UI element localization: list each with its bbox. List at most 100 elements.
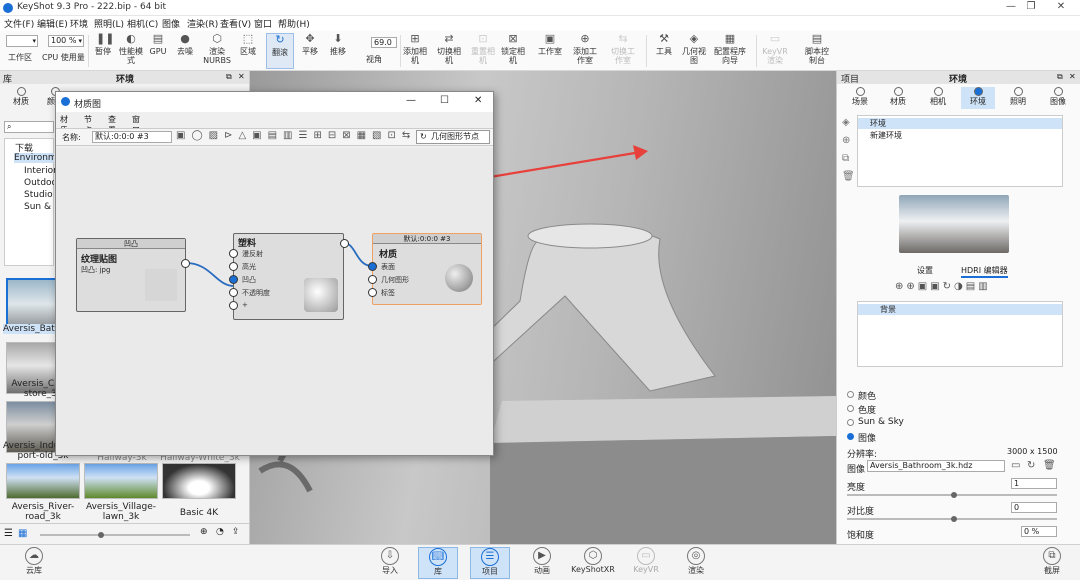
bg-chroma-radio[interactable] — [847, 405, 854, 412]
close-panel-icon[interactable]: ✕ — [1069, 72, 1076, 81]
switch-camera-button[interactable]: ⇄ 切换相机 — [437, 33, 461, 66]
menu-window[interactable]: 窗口 — [254, 17, 272, 30]
pause-button[interactable]: ❚❚ 暂停 — [92, 33, 114, 57]
switch-studio-button[interactable]: ⇆ 切换工作室 — [608, 33, 638, 66]
input-port[interactable] — [229, 301, 238, 310]
input-port[interactable] — [229, 262, 238, 271]
configurator-wizard-button[interactable]: ▦ 配置程序向导 — [712, 33, 748, 66]
minimize-button[interactable]: — — [406, 95, 416, 106]
hdri-tool-icons[interactable]: ⊕⊕▣▣↻◑▤▥ — [895, 281, 991, 292]
tree-item-sun-sky[interactable]: Sun & Sky — [24, 202, 54, 212]
project-tab-material[interactable]: 材质 — [881, 87, 915, 107]
project-tab-lighting[interactable]: 照明 — [1001, 87, 1035, 107]
layer-item-background[interactable]: 背景 — [858, 304, 1062, 315]
graph-tool-icons[interactable]: ▣◯▨⊳△▣▤▥☰⊞⊟⊠▦▧⊡⇆ — [176, 130, 416, 141]
menu-lighting[interactable]: 照明(L) — [94, 17, 124, 30]
input-port[interactable] — [229, 288, 238, 297]
env-thumb[interactable] — [84, 463, 158, 499]
bg-image-radio[interactable] — [847, 433, 854, 440]
add-camera-button[interactable]: ⊞ 添加相机 — [403, 33, 427, 66]
close-button[interactable]: ✕ — [1050, 1, 1072, 12]
menu-camera[interactable]: 相机(C) — [127, 17, 158, 30]
menu-view[interactable]: 查看(V) — [220, 17, 251, 30]
gpu-button[interactable]: ▤ GPU — [148, 33, 168, 57]
project-tab-scene[interactable]: 场景 — [843, 87, 877, 107]
refresh-icon[interactable]: ↻ — [1027, 460, 1035, 471]
project-tab-environment[interactable]: 环境 — [961, 87, 995, 109]
maximize-button[interactable]: ❐ — [1020, 1, 1042, 12]
keyvr-button[interactable]: ▭ KeyVR — [626, 547, 666, 574]
input-port[interactable] — [368, 275, 377, 284]
add-studio-button[interactable]: ⊕ 添加工作室 — [570, 33, 600, 66]
studio-button[interactable]: ▣ 工作室 — [535, 33, 565, 57]
hdri-editor-subtab[interactable]: HDRI 编辑器 — [961, 265, 1008, 278]
folder-icon[interactable]: ▭ — [1011, 460, 1020, 471]
grid-view-icon[interactable]: ▦ — [18, 528, 27, 539]
close-button[interactable]: ✕ — [474, 95, 482, 106]
plastic-node[interactable]: 塑料 漫反射 高光 凹凸 不透明度 + — [229, 233, 349, 320]
env-list-item[interactable]: 环境 — [858, 118, 1062, 129]
env-copy-icon[interactable]: ⧉ — [842, 153, 849, 164]
tools-button[interactable]: ⚒ 工具 — [652, 33, 676, 57]
brightness-slider[interactable] — [847, 492, 1057, 498]
tree-item-environments[interactable]: Environments — [14, 153, 54, 163]
contrast-input[interactable]: 0 — [1011, 502, 1057, 513]
menu-file[interactable]: 文件(F) — [4, 17, 34, 30]
zoom-select[interactable]: 100 % — [48, 35, 84, 47]
import-button[interactable]: ⇩ 导入 — [370, 547, 410, 576]
menu-environment[interactable]: 环境 — [70, 17, 88, 30]
thumbnail-size-slider[interactable] — [40, 532, 190, 538]
project-tab-camera[interactable]: 相机 — [921, 87, 955, 107]
texture-map-node[interactable]: 凹凸 纹理贴图 凹凸: jpg — [76, 238, 190, 312]
maximize-button[interactable]: ☐ — [440, 95, 449, 106]
input-port[interactable] — [368, 288, 377, 297]
minimize-button[interactable]: — — [1000, 1, 1022, 12]
keyvr-render-button[interactable]: ▭ KeyVR 渲染 — [762, 33, 788, 66]
reset-camera-button[interactable]: ⊡ 重置相机 — [471, 33, 495, 66]
dolly-button[interactable]: ⬇ 推移 — [326, 33, 350, 57]
screenshot-button[interactable]: ⧉ 截屏 — [1032, 547, 1072, 576]
menu-image[interactable]: 图像 — [162, 17, 180, 30]
input-port[interactable] — [229, 275, 238, 284]
project-button[interactable]: ☰ 项目 — [470, 547, 510, 579]
library-button[interactable]: 📖︎ 库 — [418, 547, 458, 579]
workspace-select[interactable] — [6, 35, 38, 47]
menu-help[interactable]: 帮助(H) — [278, 17, 310, 30]
tree-item-studio[interactable]: Studio — [24, 190, 53, 200]
env-thumb[interactable] — [6, 463, 80, 499]
node-canvas[interactable]: 凹凸 纹理贴图 凹凸: jpg 塑料 漫反射 高光 凹凸 不透明度 + 默认:0… — [56, 148, 493, 455]
material-node[interactable]: 默认:0:0:0 #3 材质 表面 几何图形 标签 — [368, 233, 482, 305]
tree-item-outdoor[interactable]: Outdoor — [24, 178, 54, 188]
geometry-node-button[interactable]: ↻ 几何图形节点 — [416, 130, 490, 144]
menu-render[interactable]: 渲染(R) — [187, 17, 218, 30]
region-button[interactable]: ⬚ 区域 — [236, 33, 260, 57]
settings-subtab[interactable]: 设置 — [917, 265, 933, 276]
input-port[interactable] — [368, 262, 377, 271]
image-file-input[interactable]: Aversis_Bathroom_3k.hdz — [867, 460, 1005, 472]
library-tab-materials[interactable]: 材质 — [4, 87, 38, 107]
close-panel-icon[interactable]: ✕ — [238, 72, 245, 81]
output-port[interactable] — [181, 259, 190, 268]
upload-icon[interactable]: ⇪ — [232, 527, 240, 537]
keyshotxr-button[interactable]: ⬡ KeyShotXR — [570, 547, 616, 574]
input-port[interactable] — [229, 249, 238, 258]
list-view-icon[interactable]: ☰ — [4, 528, 13, 539]
render-nurbs-button[interactable]: ⬡ 渲染NURBS — [202, 33, 232, 66]
cloud-library-button[interactable]: ☁ 云库 — [14, 547, 54, 576]
animation-button[interactable]: ▶ 动画 — [522, 547, 562, 576]
render-button[interactable]: ◎ 渲染 — [676, 547, 716, 576]
pan-button[interactable]: ✥ 平移 — [298, 33, 322, 57]
env-list-item[interactable]: 新建环境 — [858, 130, 1062, 141]
env-thumb[interactable] — [162, 463, 236, 499]
contrast-slider[interactable] — [847, 516, 1057, 522]
cloud-icon[interactable]: ◔ — [216, 527, 224, 537]
float-icon[interactable]: ⧉ — [1057, 72, 1063, 82]
tree-item-interior[interactable]: Interior — [24, 166, 57, 176]
material-name-input[interactable]: 默认:0:0:0 #3 — [92, 131, 172, 143]
brightness-input[interactable]: 1 — [1011, 478, 1057, 489]
tumble-button[interactable]: ↻ 翻滚 — [266, 33, 294, 69]
fov-input[interactable]: 69.0 — [371, 37, 397, 48]
zoom-in-icon[interactable]: ⊕ — [200, 527, 208, 537]
env-add-icon[interactable]: ◈ — [842, 117, 850, 128]
float-icon[interactable]: ⧉ — [226, 72, 232, 82]
